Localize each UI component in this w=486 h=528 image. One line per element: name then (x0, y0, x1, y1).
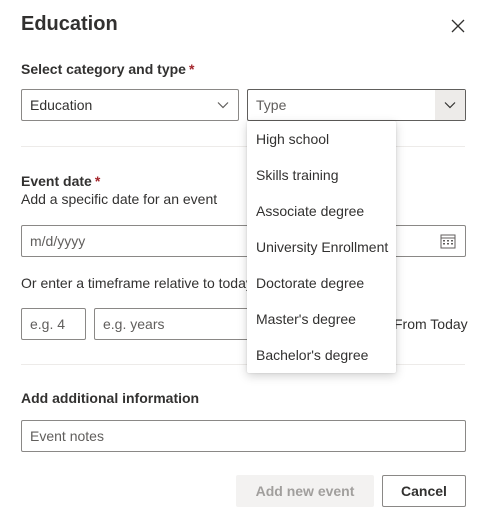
event-date-helper: Add a specific date for an event (21, 191, 218, 207)
type-dropdown[interactable]: Type (247, 89, 466, 121)
type-option-masters-degree[interactable]: Master's degree (247, 301, 396, 337)
additional-info-label: Add additional information (21, 390, 200, 406)
event-notes-placeholder: Event notes (30, 428, 104, 444)
divider (21, 364, 465, 365)
type-option-doctorate-degree[interactable]: Doctorate degree (247, 265, 396, 301)
event-date-label: Event date * (21, 173, 101, 189)
unit-placeholder: e.g. years (103, 316, 165, 332)
add-new-event-button[interactable]: Add new event (236, 475, 374, 507)
type-option-skills-training[interactable]: Skills training (247, 157, 396, 193)
amount-input[interactable]: e.g. 4 (21, 308, 86, 340)
type-placeholder: Type (256, 97, 287, 113)
timeframe-helper: Or enter a timeframe relative to today (21, 275, 253, 291)
panel-title: Education (21, 13, 118, 35)
required-mark: * (94, 173, 101, 189)
close-button[interactable] (446, 14, 470, 38)
category-dropdown[interactable]: Education (21, 89, 239, 121)
category-value: Education (30, 97, 93, 113)
calendar-icon[interactable] (440, 233, 456, 249)
type-option-university-enrollment[interactable]: University Enrollment (247, 229, 396, 265)
unit-dropdown[interactable]: e.g. years (94, 308, 254, 340)
cancel-button[interactable]: Cancel (382, 475, 466, 507)
event-notes-input[interactable]: Event notes (21, 420, 466, 452)
chevron-down-icon (208, 90, 238, 120)
type-option-associate-degree[interactable]: Associate degree (247, 193, 396, 229)
from-today-label: From Today (394, 316, 468, 332)
amount-placeholder: e.g. 4 (30, 316, 66, 332)
type-option-high-school[interactable]: High school (247, 121, 396, 157)
divider (21, 146, 465, 147)
education-panel: Education Select category and type * Educ… (0, 0, 486, 528)
chevron-down-icon (435, 90, 465, 120)
required-mark: * (188, 61, 195, 77)
close-icon (451, 19, 465, 33)
date-placeholder: m/d/yyyy (30, 233, 86, 249)
date-input[interactable]: m/d/yyyy (21, 225, 466, 257)
type-options-list: High school Skills training Associate de… (247, 121, 396, 373)
category-type-label: Select category and type * (21, 61, 195, 77)
type-option-bachelors-degree[interactable]: Bachelor's degree (247, 337, 396, 373)
